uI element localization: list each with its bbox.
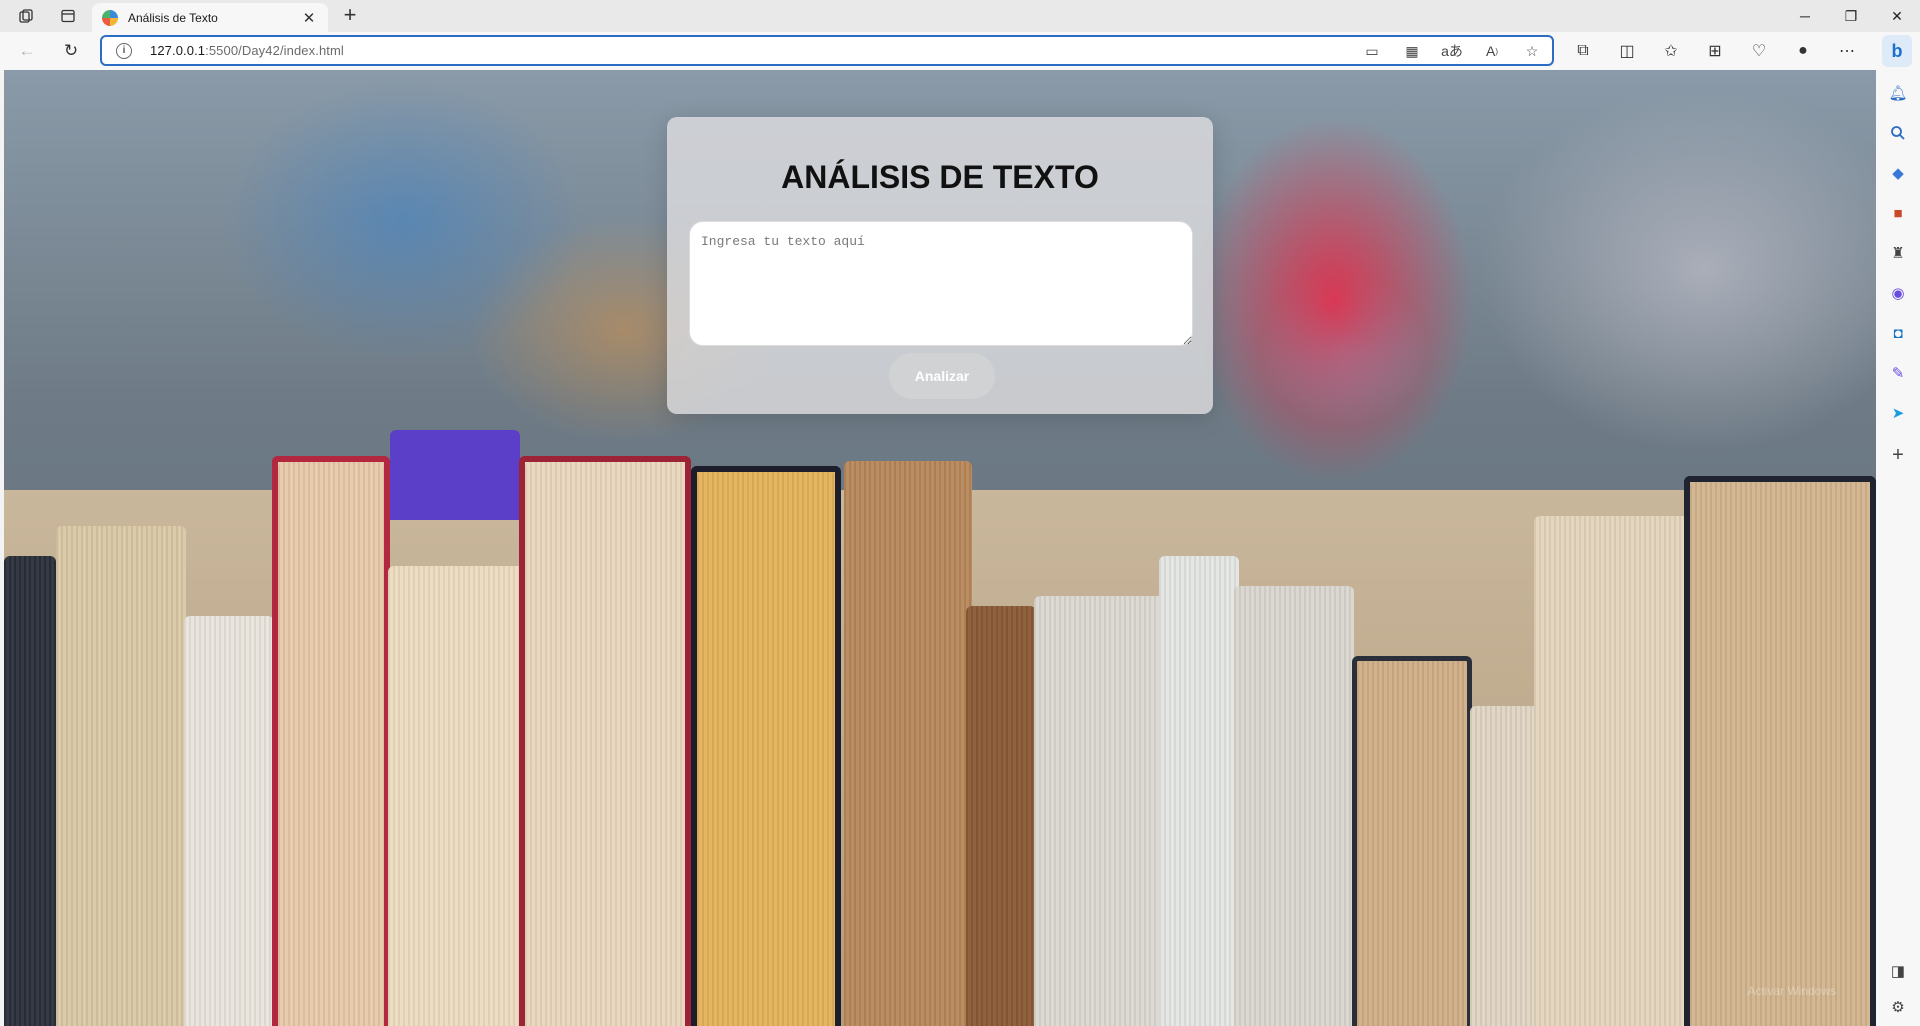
designer-icon[interactable]: ✎ <box>1883 358 1913 388</box>
book-spine <box>388 566 524 1026</box>
favorites-icon[interactable]: ✩ <box>1656 37 1686 65</box>
copilot-icon[interactable]: b <box>1882 35 1912 67</box>
address-bar[interactable]: i 127.0.0.1:5500/Day42/index.html ▭ ▦ aあ… <box>100 35 1554 66</box>
book-spine <box>4 556 56 1026</box>
book-spine <box>1159 556 1239 1026</box>
notifications-icon[interactable]: 🔔︎ <box>1883 78 1913 108</box>
new-tab-button[interactable]: + <box>336 3 364 29</box>
workspaces-icon[interactable] <box>12 4 40 28</box>
shopping-tag-icon[interactable]: ◆ <box>1883 158 1913 188</box>
book-spine <box>519 456 691 1026</box>
book-spine <box>56 526 186 1026</box>
book-spine <box>1352 656 1472 1026</box>
split-screen-icon[interactable]: ◫ <box>1612 37 1642 65</box>
book-spine <box>691 466 841 1026</box>
back-arrow-icon[interactable]: ← <box>12 37 42 65</box>
settings-gear-icon[interactable]: ⚙ <box>1883 992 1913 1022</box>
book-spine <box>1234 586 1354 1026</box>
book-spine <box>1034 596 1164 1026</box>
more-menu-icon[interactable]: ⋯ <box>1832 37 1862 65</box>
extensions-icon[interactable]: ⧉ <box>1568 37 1598 65</box>
browser-toolbar: ← ↻ i 127.0.0.1:5500/Day42/index.html ▭ … <box>0 32 1920 70</box>
search-icon[interactable] <box>1883 118 1913 148</box>
info-icon[interactable]: i <box>116 42 132 59</box>
text-input[interactable] <box>689 221 1193 346</box>
hide-sidebar-icon[interactable]: ◨ <box>1883 956 1913 986</box>
analyze-button[interactable]: Analizar <box>889 353 995 399</box>
book-spine <box>1470 706 1540 1026</box>
collections-icon[interactable]: ⊞ <box>1700 37 1730 65</box>
browser-title-bar: Análisis de Texto ✕ + ─ ❐ ✕ <box>0 0 1920 32</box>
qr-code-icon[interactable]: ▦ <box>1400 40 1424 62</box>
book-spine <box>390 430 520 520</box>
add-app-icon[interactable]: + <box>1883 440 1913 470</box>
minimize-icon[interactable]: ─ <box>1782 0 1828 32</box>
windows-activation-watermark: Activar Windows <box>1747 984 1836 998</box>
favorite-star-icon[interactable]: ☆ <box>1520 40 1544 62</box>
page-viewport: ANÁLISIS DE TEXTO Analizar Activar Windo… <box>4 70 1876 1026</box>
tools-briefcase-icon[interactable]: ■ <box>1883 198 1913 228</box>
read-aloud-icon[interactable]: A) <box>1480 40 1504 62</box>
book-spine <box>272 456 390 1026</box>
send-icon[interactable]: ➤ <box>1883 398 1913 428</box>
app-available-icon[interactable]: ▭ <box>1360 40 1384 62</box>
analysis-card: ANÁLISIS DE TEXTO Analizar <box>667 117 1213 414</box>
refresh-icon[interactable]: ↻ <box>56 37 86 65</box>
page-title: ANÁLISIS DE TEXTO <box>781 159 1099 195</box>
browser-essentials-icon[interactable]: ♡ <box>1744 37 1774 65</box>
window-close-icon[interactable]: ✕ <box>1874 0 1920 32</box>
book-spine <box>184 616 274 1026</box>
outlook-icon[interactable]: ◘ <box>1883 318 1913 348</box>
tab-title: Análisis de Texto <box>128 10 218 25</box>
profile-icon[interactable]: ● <box>1788 37 1818 65</box>
tab-active[interactable]: Análisis de Texto ✕ <box>92 3 328 32</box>
book-spine <box>1684 476 1876 1026</box>
book-spine <box>844 461 972 1026</box>
tab-close-icon[interactable]: ✕ <box>300 9 318 27</box>
restore-icon[interactable]: ❐ <box>1828 0 1874 32</box>
microsoft-365-icon[interactable]: ◉ <box>1883 278 1913 308</box>
translate-icon[interactable]: aあ <box>1440 40 1464 62</box>
url-text[interactable]: 127.0.0.1:5500/Day42/index.html <box>150 43 344 58</box>
edge-sidebar: 🔔︎ ◆ ■ ♜ ◉ ◘ ✎ ➤ + ◨ ⚙ <box>1876 70 1920 1026</box>
tab-actions-icon[interactable] <box>54 4 82 28</box>
favicon-icon <box>102 9 118 26</box>
games-icon[interactable]: ♜ <box>1883 238 1913 268</box>
book-spine <box>966 606 1036 1026</box>
book-spine <box>1534 516 1694 1026</box>
